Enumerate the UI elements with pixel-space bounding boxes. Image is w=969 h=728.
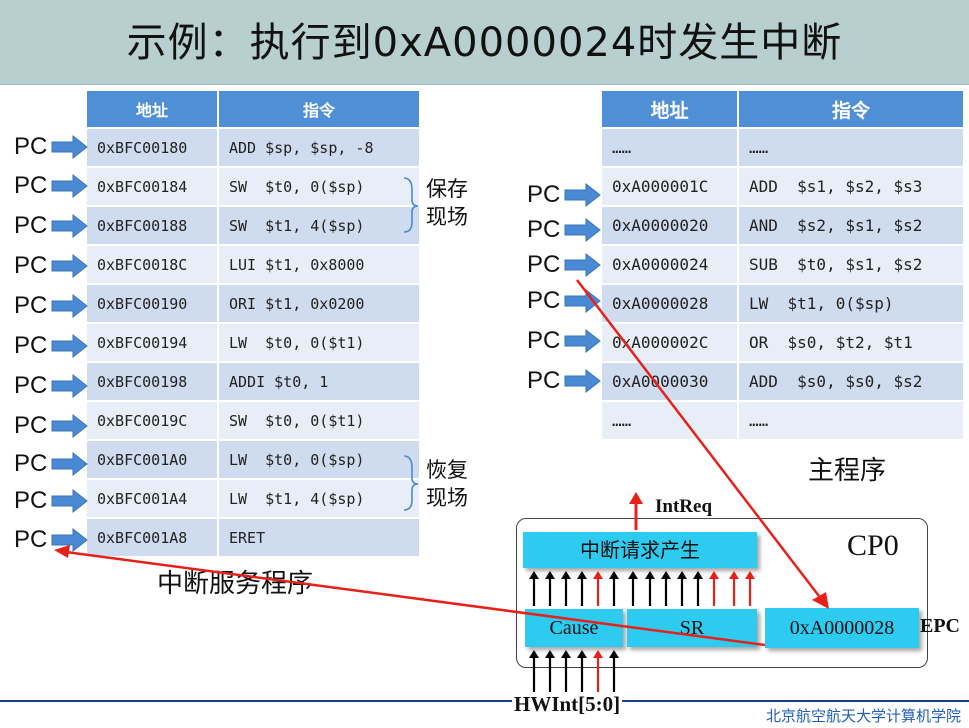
- epc-save-arrowhead: [812, 592, 829, 609]
- epc-save-arrow: [576, 279, 823, 601]
- return-arrow: [65, 550, 766, 647]
- flow-arrow-layer: [54, 279, 829, 647]
- return-arrowhead: [54, 545, 70, 558]
